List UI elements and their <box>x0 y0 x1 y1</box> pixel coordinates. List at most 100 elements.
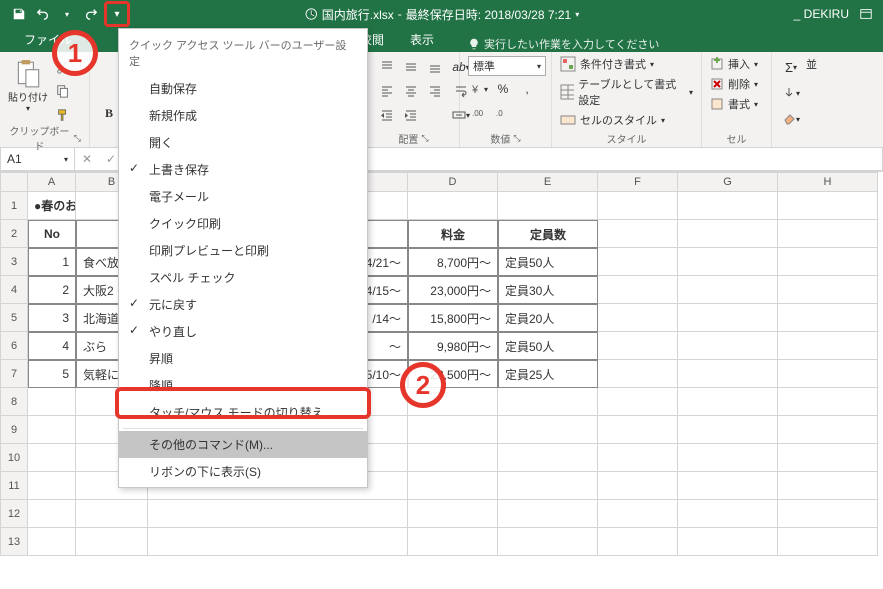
qat-undo-button[interactable] <box>32 3 54 25</box>
autosum-button[interactable]: Σ▾ <box>780 56 802 78</box>
cell[interactable] <box>678 444 778 472</box>
cell[interactable] <box>498 472 598 500</box>
fill-button[interactable]: ▾ <box>780 82 802 104</box>
title-dropdown-icon[interactable]: ▾ <box>575 10 579 19</box>
menu-item[interactable]: スペル チェック <box>119 264 367 291</box>
cell[interactable] <box>778 248 878 276</box>
cell[interactable] <box>678 500 778 528</box>
cell[interactable] <box>598 304 678 332</box>
cell[interactable]: 4 <box>28 332 76 360</box>
number-dialog-launcher[interactable]: ⤡ <box>513 133 520 144</box>
cell[interactable] <box>678 192 778 220</box>
cell[interactable] <box>678 388 778 416</box>
column-header[interactable]: H <box>778 172 878 192</box>
cell[interactable] <box>778 472 878 500</box>
cell[interactable]: ●春のお <box>28 192 76 220</box>
align-bottom-button[interactable] <box>424 56 446 78</box>
clear-button[interactable]: ▾ <box>780 108 802 130</box>
cell[interactable] <box>28 444 76 472</box>
cell[interactable] <box>598 444 678 472</box>
tell-me-search[interactable]: 実行したい作業を入力してください <box>468 36 659 52</box>
cell[interactable] <box>28 472 76 500</box>
row-header[interactable]: 2 <box>0 220 28 248</box>
cell[interactable]: 5 <box>28 360 76 388</box>
increase-indent-button[interactable] <box>400 104 422 126</box>
cell[interactable]: 8,700円～ <box>408 248 498 276</box>
column-header[interactable]: F <box>598 172 678 192</box>
cell[interactable] <box>598 388 678 416</box>
clipboard-dialog-launcher[interactable]: ⤡ <box>74 133 81 144</box>
align-left-button[interactable] <box>376 80 398 102</box>
cell[interactable]: 定員50人 <box>498 248 598 276</box>
delete-cells-button[interactable]: 削除▾ <box>710 76 758 92</box>
cell[interactable] <box>678 528 778 556</box>
cell[interactable] <box>778 304 878 332</box>
qat-customize-button[interactable]: ▾ <box>107 3 127 25</box>
cell[interactable] <box>778 220 878 248</box>
cell[interactable] <box>498 416 598 444</box>
cell[interactable] <box>28 500 76 528</box>
cell[interactable] <box>148 528 408 556</box>
cell[interactable] <box>678 248 778 276</box>
number-format-combo[interactable]: 標準▾ <box>468 56 546 76</box>
cell[interactable]: 23,000円～ <box>408 276 498 304</box>
cell[interactable]: 定員20人 <box>498 304 598 332</box>
format-cells-button[interactable]: 書式▾ <box>710 96 758 112</box>
cell[interactable] <box>678 416 778 444</box>
row-header[interactable]: 9 <box>0 416 28 444</box>
align-right-button[interactable] <box>424 80 446 102</box>
qat-save-button[interactable] <box>8 3 30 25</box>
menu-item[interactable]: 元に戻す <box>119 291 367 318</box>
cell[interactable] <box>498 192 598 220</box>
format-as-table-button[interactable]: テーブルとして書式設定▾ <box>560 76 693 108</box>
cell[interactable] <box>778 528 878 556</box>
cell[interactable] <box>498 444 598 472</box>
cell[interactable] <box>598 248 678 276</box>
column-header[interactable]: E <box>498 172 598 192</box>
row-header[interactable]: 7 <box>0 360 28 388</box>
cell[interactable]: 1 <box>28 248 76 276</box>
cell[interactable] <box>778 500 878 528</box>
cell[interactable] <box>498 500 598 528</box>
cell[interactable] <box>76 528 148 556</box>
paste-button[interactable]: 貼り付け ▾ <box>8 56 48 116</box>
cell[interactable] <box>678 220 778 248</box>
row-header[interactable]: 6 <box>0 332 28 360</box>
cell[interactable] <box>408 500 498 528</box>
cell[interactable] <box>408 528 498 556</box>
cell[interactable]: 2 <box>28 276 76 304</box>
menu-item[interactable]: クイック印刷 <box>119 210 367 237</box>
cell[interactable] <box>778 192 878 220</box>
cell[interactable]: 9,980円～ <box>408 332 498 360</box>
align-middle-button[interactable] <box>400 56 422 78</box>
cell[interactable] <box>678 472 778 500</box>
menu-item[interactable]: やり直し <box>119 318 367 345</box>
increase-decimal-button[interactable]: .00 <box>468 102 490 124</box>
user-name[interactable]: _ DEKIRU <box>794 7 849 21</box>
cell[interactable] <box>678 276 778 304</box>
cell[interactable] <box>408 416 498 444</box>
cell[interactable]: 15,800円～ <box>408 304 498 332</box>
cell[interactable]: 定員30人 <box>498 276 598 304</box>
row-header[interactable]: 8 <box>0 388 28 416</box>
cell[interactable] <box>678 304 778 332</box>
row-header[interactable]: 1 <box>0 192 28 220</box>
cell[interactable] <box>408 192 498 220</box>
column-header[interactable]: A <box>28 172 76 192</box>
cell[interactable] <box>408 444 498 472</box>
decrease-indent-button[interactable] <box>376 104 398 126</box>
column-header[interactable]: D <box>408 172 498 192</box>
row-header[interactable]: 13 <box>0 528 28 556</box>
cell[interactable] <box>778 416 878 444</box>
conditional-formatting-button[interactable]: 条件付き書式▾ <box>560 56 693 72</box>
cell[interactable] <box>598 276 678 304</box>
menu-item[interactable]: リボンの下に表示(S) <box>119 458 367 485</box>
menu-item[interactable]: 新規作成 <box>119 102 367 129</box>
cell-styles-button[interactable]: セルのスタイル▾ <box>560 112 693 128</box>
name-box[interactable]: A1 ▾ <box>0 148 75 171</box>
column-header[interactable]: G <box>678 172 778 192</box>
copy-button[interactable] <box>52 80 74 102</box>
cell[interactable]: 定員数 <box>498 220 598 248</box>
bold-button[interactable]: B <box>98 102 120 124</box>
cell[interactable]: 定員50人 <box>498 332 598 360</box>
